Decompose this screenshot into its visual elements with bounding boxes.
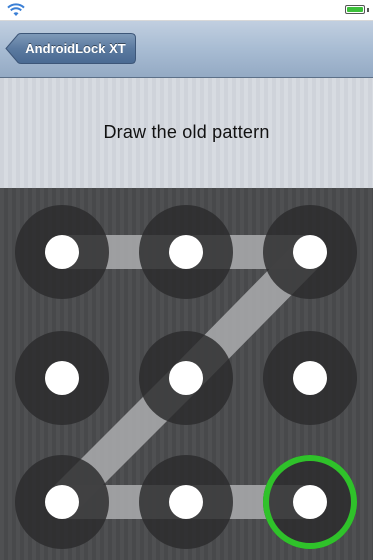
back-button-label: AndroidLock XT — [25, 41, 126, 56]
pattern-dot-center — [45, 235, 79, 269]
pattern-dot-center — [293, 485, 327, 519]
pattern-dot-center — [45, 485, 79, 519]
pattern-dot-center — [293, 235, 327, 269]
pattern-dot-center — [45, 361, 79, 395]
back-button[interactable]: AndroidLock XT — [5, 33, 136, 64]
pattern-dot-4[interactable] — [15, 331, 109, 425]
battery-level — [347, 7, 363, 12]
navigation-bar: AndroidLock XT — [0, 21, 373, 78]
pattern-dot-1[interactable] — [15, 205, 109, 299]
pattern-dot-center — [169, 485, 203, 519]
pattern-lock-area[interactable] — [0, 188, 373, 560]
pattern-dot-center — [169, 361, 203, 395]
pattern-dot-center — [169, 235, 203, 269]
pattern-dot-5[interactable] — [139, 331, 233, 425]
instruction-message: Draw the old pattern — [103, 122, 270, 142]
pattern-dot-2[interactable] — [139, 205, 233, 299]
message-panel: Draw the old pattern — [0, 78, 373, 188]
pattern-dot-6[interactable] — [263, 331, 357, 425]
pattern-grid — [15, 205, 357, 549]
status-bar — [0, 0, 373, 21]
battery-tip — [367, 8, 369, 12]
pattern-dot-7[interactable] — [15, 455, 109, 549]
pattern-dot-8[interactable] — [139, 455, 233, 549]
wifi-icon — [7, 3, 25, 16]
pattern-dot-center — [293, 361, 327, 395]
battery-icon — [345, 5, 365, 14]
pattern-dot-3[interactable] — [263, 205, 357, 299]
